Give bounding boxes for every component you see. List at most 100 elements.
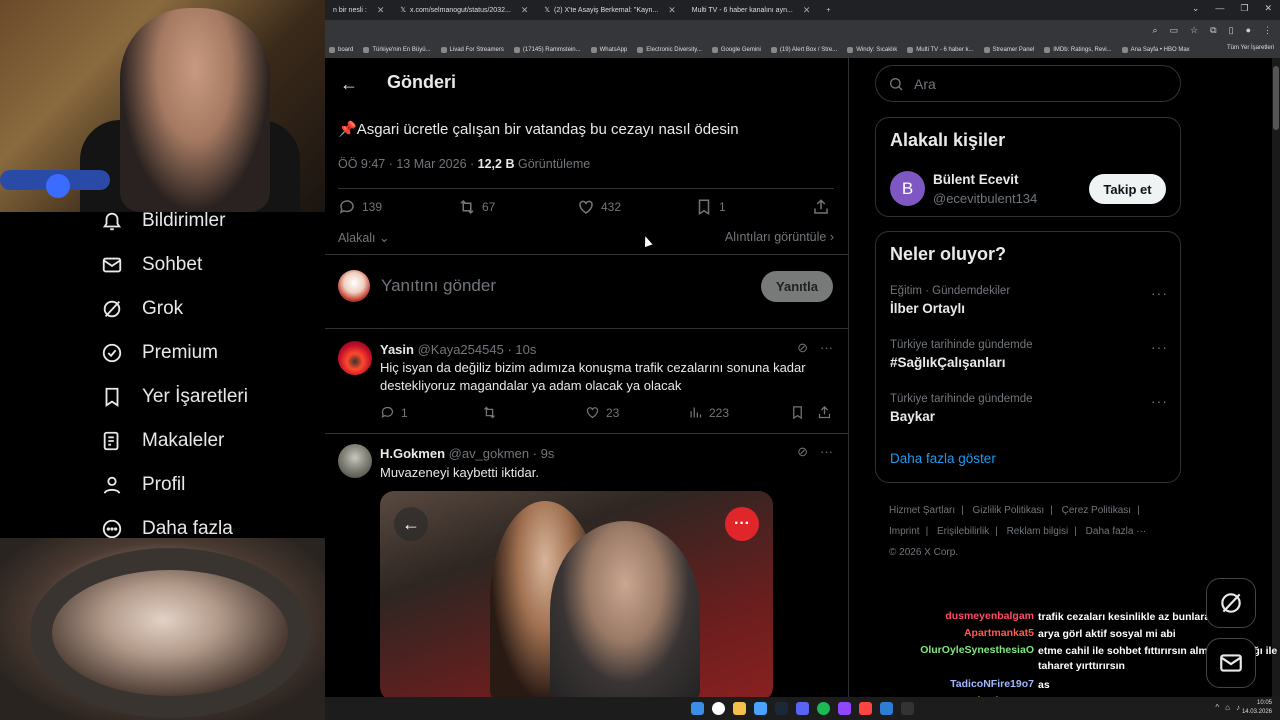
start-icon[interactable] bbox=[691, 702, 704, 715]
bookmark-item[interactable]: Electronic Diversity... bbox=[637, 47, 702, 53]
nav-bookmarks[interactable]: Yer İşaretleri bbox=[100, 385, 248, 409]
bookmark-item[interactable]: board bbox=[329, 47, 353, 53]
folder-icon[interactable] bbox=[733, 702, 746, 715]
bookmark-item[interactable]: Windy: Sıcaklık bbox=[847, 47, 897, 53]
spotify-icon[interactable] bbox=[817, 702, 830, 715]
back-arrow-icon[interactable]: ← bbox=[337, 72, 361, 96]
like-button[interactable]: 432 bbox=[577, 198, 621, 216]
back-arrow-icon[interactable]: ← bbox=[394, 507, 428, 541]
bookmark-item[interactable]: (17145) Rammstein... bbox=[513, 47, 581, 53]
close-icon[interactable]: ✕ bbox=[521, 5, 529, 16]
browser-tab[interactable]: Multi TV - 6 haber kanalını ayn... ✕ bbox=[684, 0, 819, 20]
reply-video[interactable]: ← ··· bbox=[380, 491, 773, 701]
steam-icon[interactable] bbox=[775, 702, 788, 715]
scrollbar-thumb[interactable] bbox=[1273, 66, 1279, 130]
app-icon[interactable] bbox=[754, 702, 767, 715]
menu-icon[interactable]: ⋮ bbox=[1263, 25, 1272, 36]
all-bookmarks[interactable]: Tüm Yer İşaretleri bbox=[1227, 45, 1274, 51]
share-button[interactable] bbox=[812, 198, 830, 216]
grok-icon[interactable]: ⊘ bbox=[797, 444, 808, 460]
grok-icon[interactable]: ⊘ bbox=[797, 340, 808, 356]
avatar[interactable] bbox=[338, 444, 372, 478]
search-input[interactable]: Ara bbox=[875, 65, 1181, 102]
star-icon[interactable]: ☆ bbox=[1190, 25, 1198, 36]
more-icon[interactable]: ··· bbox=[1151, 285, 1168, 301]
browser-tab[interactable]: 𝕏x.com/selmanogut/status/2032... ✕ bbox=[392, 0, 536, 20]
bookmark-item[interactable]: Türkiye'nin En Büyü... bbox=[363, 47, 431, 53]
trend-item[interactable]: Türkiye tarihinde gündemde #SağlıkÇalışa… bbox=[890, 339, 1168, 370]
sidebar-icon[interactable]: ▯ bbox=[1229, 25, 1234, 36]
more-icon[interactable]: ··· bbox=[820, 444, 833, 460]
minimize-icon[interactable]: — bbox=[1215, 3, 1224, 14]
reply-submit-button[interactable]: Yanıtla bbox=[761, 271, 833, 302]
more-icon[interactable]: ··· bbox=[1151, 339, 1168, 355]
messages-floating-button[interactable] bbox=[1206, 638, 1256, 688]
bookmark-button[interactable] bbox=[790, 405, 805, 420]
like-button[interactable]: 23 bbox=[585, 405, 619, 420]
nav-notifications[interactable]: Bildirimler bbox=[100, 209, 225, 233]
close-icon[interactable]: ✕ bbox=[803, 5, 811, 16]
chevron-up-icon[interactable]: ^ bbox=[1215, 703, 1219, 712]
avatar[interactable]: B bbox=[890, 171, 925, 206]
nav-articles[interactable]: Makaleler bbox=[100, 429, 224, 453]
clock[interactable]: 10:05 14.03.2026 bbox=[1242, 699, 1272, 717]
nav-premium[interactable]: Premium bbox=[100, 341, 218, 365]
reply-button[interactable]: 139 bbox=[338, 198, 382, 216]
chevron-down-icon[interactable]: ⌄ bbox=[1192, 3, 1200, 14]
more-icon[interactable]: ··· bbox=[1151, 393, 1168, 409]
app-icon[interactable] bbox=[880, 702, 893, 715]
close-window-icon[interactable]: ✕ bbox=[1264, 3, 1272, 14]
nav-grok[interactable]: Grok bbox=[100, 297, 183, 321]
bookmark-item[interactable]: WhatsApp bbox=[590, 47, 627, 53]
more-icon[interactable]: ··· bbox=[820, 340, 833, 356]
more-icon[interactable]: ··· bbox=[725, 507, 759, 541]
favicon-icon bbox=[770, 47, 777, 53]
close-icon[interactable]: ✕ bbox=[668, 5, 676, 16]
views-button[interactable]: 223 bbox=[688, 405, 729, 420]
extensions-icon[interactable]: ⧉ bbox=[1210, 25, 1216, 36]
browser-tab[interactable]: 𝕏 (2) X'te Asayiş Berkemal: "Kayn... ✕ bbox=[536, 0, 683, 20]
discord-icon[interactable] bbox=[796, 702, 809, 715]
chrome-icon[interactable] bbox=[712, 702, 725, 715]
bookmark-item[interactable]: Streamer Panel bbox=[983, 47, 1034, 53]
sort-dropdown[interactable]: Alakalı ⌄ bbox=[338, 230, 389, 245]
twitch-icon[interactable] bbox=[838, 702, 851, 715]
bookmark-item[interactable]: Ana Sayfa • HBO Max bbox=[1121, 47, 1190, 53]
maximize-icon[interactable]: ❐ bbox=[1240, 3, 1248, 14]
show-more-link[interactable]: Daha fazla göster bbox=[890, 451, 996, 466]
nav-profile[interactable]: Profil bbox=[100, 473, 185, 497]
app-icon[interactable] bbox=[859, 702, 872, 715]
bookmark-button[interactable]: 1 bbox=[695, 198, 726, 216]
address-bar[interactable]: ⌕ ▭ ☆ ⧉ ▯ ● ⋮ bbox=[325, 20, 1280, 42]
view-quotes-link[interactable]: Alıntıları görüntüle › bbox=[725, 230, 834, 244]
share-button[interactable] bbox=[817, 405, 832, 420]
search-icon[interactable]: ⌕ bbox=[1153, 25, 1158, 36]
reply-button[interactable]: 1 bbox=[380, 405, 408, 420]
close-icon[interactable]: ✕ bbox=[377, 5, 385, 16]
network-icon[interactable]: ⌂ bbox=[1225, 703, 1230, 712]
volume-icon[interactable]: ♪ bbox=[1236, 703, 1240, 712]
repost-button[interactable] bbox=[482, 405, 503, 420]
bookmark-item[interactable]: IMDb: Ratings, Revi... bbox=[1044, 47, 1112, 53]
avatar[interactable] bbox=[338, 341, 372, 375]
bookmark-item[interactable]: (19) Alert Box / Stre... bbox=[770, 47, 837, 53]
profile-icon[interactable]: ● bbox=[1246, 25, 1251, 36]
bookmark-item[interactable]: Google Gemini bbox=[711, 47, 761, 53]
trend-item[interactable]: Türkiye tarihinde gündemde Baykar ··· bbox=[890, 393, 1168, 424]
repost-button[interactable]: 67 bbox=[458, 198, 495, 216]
nav-chat[interactable]: Sohbet bbox=[100, 253, 202, 277]
grok-floating-button[interactable] bbox=[1206, 578, 1256, 628]
follow-button[interactable]: Takip et bbox=[1089, 174, 1166, 204]
trend-item[interactable]: Eğitim · Gündemdekiler İlber Ortaylı ··· bbox=[890, 285, 1168, 316]
obs-icon[interactable] bbox=[901, 702, 914, 715]
reply-item[interactable]: Yasin @Kaya254545 · 10s ⊘ ··· Hiç isyan … bbox=[325, 329, 849, 433]
divider bbox=[338, 188, 834, 189]
bookmark-item[interactable]: Multi TV - 6 haber k... bbox=[907, 47, 974, 53]
post-actions: 139 67 432 1 bbox=[338, 198, 834, 222]
scrollbar[interactable] bbox=[1272, 58, 1280, 698]
new-tab-button[interactable]: + bbox=[818, 0, 838, 20]
bookmark-item[interactable]: Livad For Streamers bbox=[440, 47, 504, 53]
reply-input[interactable]: Yanıtını gönder bbox=[381, 276, 496, 296]
browser-tab[interactable]: n bir nesli : ✕ bbox=[325, 0, 392, 20]
cast-icon[interactable]: ▭ bbox=[1170, 25, 1179, 36]
